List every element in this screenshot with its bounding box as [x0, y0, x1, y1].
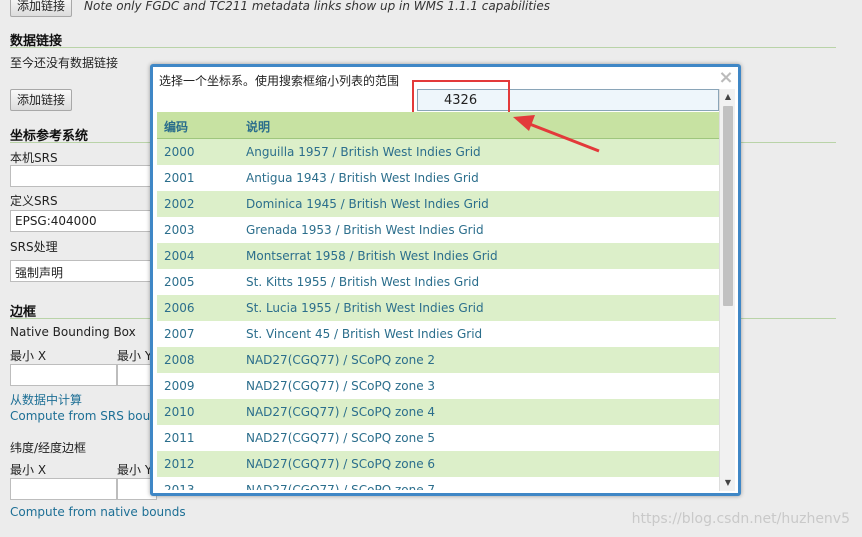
srs-code[interactable]: 2002 [164, 197, 195, 211]
srs-code[interactable]: 2001 [164, 171, 195, 185]
min-y-label: 最小 Y [117, 349, 153, 363]
table-row[interactable]: 2011 NAD27(CGQ77) / SCoPQ zone 5 [157, 425, 719, 451]
table-row[interactable]: 2002 Dominica 1945 / British West Indies … [157, 191, 719, 217]
min-x-label: 最小 X [10, 463, 47, 477]
srs-description[interactable]: NAD27(CGQ77) / SCoPQ zone 7 [246, 483, 435, 490]
table-row[interactable]: 2012 NAD27(CGQ77) / SCoPQ zone 6 [157, 451, 719, 477]
srs-description[interactable]: NAD27(CGQ77) / SCoPQ zone 3 [246, 379, 435, 393]
table-header: 编码 说明 [157, 112, 719, 139]
compute-from-srs-link[interactable]: Compute from SRS bounds [10, 409, 172, 423]
srs-picker-dialog: 选择一个坐标系。使用搜索框缩小列表的范围 × 编码 说明 2000 Anguill… [150, 64, 741, 496]
srs-code[interactable]: 2007 [164, 327, 195, 341]
add-link-button-top[interactable]: 添加链接 [10, 0, 73, 17]
srs-description[interactable]: St. Lucia 1955 / British West Indies Gri… [246, 301, 484, 315]
scroll-thumb[interactable] [723, 106, 733, 306]
table-row[interactable]: 2001 Antigua 1943 / British West Indies G… [157, 165, 719, 191]
annotation-arrow-icon [513, 115, 600, 153]
srs-description[interactable]: St. Vincent 45 / British West Indies Gri… [246, 327, 482, 341]
declared-srs-field[interactable]: EPSG:404000 [10, 210, 156, 232]
compute-from-native-link[interactable]: Compute from native bounds [10, 505, 186, 519]
watermark: https://blog.csdn.net/huzhenv5 [631, 511, 850, 527]
srs-code[interactable]: 2006 [164, 301, 195, 315]
declared-srs-label: 定义SRS [10, 194, 58, 208]
srs-description[interactable]: NAD27(CGQ77) / SCoPQ zone 5 [246, 431, 435, 445]
srs-code[interactable]: 2013 [164, 483, 195, 490]
table-row[interactable]: 2005 St. Kitts 1955 / British West Indies… [157, 269, 719, 295]
scroll-up-icon[interactable]: ▲ [720, 89, 736, 105]
scrollbar[interactable]: ▲ ▼ [719, 89, 735, 491]
latlon-min-x-field[interactable] [10, 478, 117, 500]
srs-list: 2000 Anguilla 1957 / British West Indies … [157, 139, 719, 490]
table-row[interactable]: 2003 Grenada 1953 / British West Indies G… [157, 217, 719, 243]
table-row[interactable]: 2010 NAD27(CGQ77) / SCoPQ zone 4 [157, 399, 719, 425]
srs-description[interactable]: Dominica 1945 / British West Indies Grid [246, 197, 489, 211]
srs-description[interactable]: St. Kitts 1955 / British West Indies Gri… [246, 275, 479, 289]
srs-code[interactable]: 2003 [164, 223, 195, 237]
srs-handling-select[interactable]: 强制声明 [10, 260, 156, 282]
srs-code[interactable]: 2005 [164, 275, 195, 289]
table-row[interactable]: 2004 Montserrat 1958 / British West Indie… [157, 243, 719, 269]
srs-code[interactable]: 2012 [164, 457, 195, 471]
srs-code[interactable]: 2009 [164, 379, 195, 393]
table-row[interactable]: 2008 NAD27(CGQ77) / SCoPQ zone 2 [157, 347, 719, 373]
latlon-bbox-label: 纬度/经度边框 [10, 441, 87, 455]
native-bbox-label: Native Bounding Box [10, 325, 136, 339]
close-icon[interactable]: × [718, 69, 734, 87]
scroll-down-icon[interactable]: ▼ [720, 475, 736, 491]
srs-code[interactable]: 2000 [164, 145, 195, 159]
srs-code[interactable]: 2008 [164, 353, 195, 367]
add-data-link-button[interactable]: 添加链接 [10, 89, 73, 111]
no-data-links-text: 至今还没有数据链接 [10, 56, 119, 70]
table-row[interactable]: 2009 NAD27(CGQ77) / SCoPQ zone 3 [157, 373, 719, 399]
srs-handling-label: SRS处理 [10, 240, 58, 254]
srs-description[interactable]: NAD27(CGQ77) / SCoPQ zone 6 [246, 457, 435, 471]
column-header-description[interactable]: 说明 [246, 118, 270, 135]
table-row[interactable]: 2007 St. Vincent 45 / British West Indies… [157, 321, 719, 347]
srs-code[interactable]: 2010 [164, 405, 195, 419]
srs-description[interactable]: NAD27(CGQ77) / SCoPQ zone 4 [246, 405, 435, 419]
srs-description[interactable]: Antigua 1943 / British West Indies Grid [246, 171, 479, 185]
srs-description[interactable]: NAD27(CGQ77) / SCoPQ zone 2 [246, 353, 435, 367]
srs-description[interactable]: Grenada 1953 / British West Indies Grid [246, 223, 484, 237]
metadata-note: Note only FGDC and TC211 metadata links … [84, 0, 550, 13]
srs-code[interactable]: 2011 [164, 431, 195, 445]
srs-description[interactable]: Montserrat 1958 / British West Indies Gr… [246, 249, 498, 263]
dialog-title: 选择一个坐标系。使用搜索框缩小列表的范围 [159, 74, 400, 88]
compute-from-data-link[interactable]: 从数据中计算 [10, 391, 82, 408]
table-row[interactable]: 2006 St. Lucia 1955 / British West Indies… [157, 295, 719, 321]
srs-description[interactable]: Anguilla 1957 / British West Indies Grid [246, 145, 481, 159]
native-min-x-field[interactable] [10, 364, 117, 386]
native-srs-label: 本机SRS [10, 151, 58, 165]
min-y-label: 最小 Y [117, 463, 153, 477]
table-row[interactable]: 2000 Anguilla 1957 / British West Indies … [157, 139, 719, 165]
column-header-code[interactable]: 编码 [164, 118, 188, 135]
min-x-label: 最小 X [10, 349, 47, 363]
srs-code[interactable]: 2004 [164, 249, 195, 263]
table-row[interactable]: 2013 NAD27(CGQ77) / SCoPQ zone 7 [157, 477, 719, 490]
section-divider [10, 47, 836, 48]
native-srs-field[interactable] [10, 165, 156, 187]
